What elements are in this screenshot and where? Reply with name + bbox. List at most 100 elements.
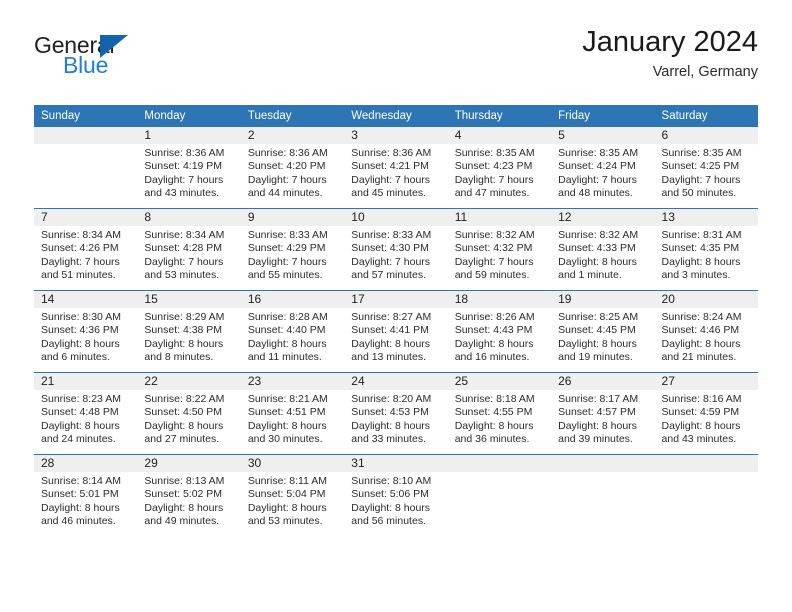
- sunset-text: Sunset: 4:30 PM: [351, 242, 429, 255]
- calendar-day-cell[interactable]: 11 Sunrise: 8:32 AM Sunset: 4:32 PM Dayligh…: [447, 208, 552, 291]
- calendar-day-cell[interactable]: 25 Sunrise: 8:18 AM Sunset: 4:55 PM Dayligh…: [447, 372, 552, 455]
- calendar-day-cell[interactable]: 6 Sunrise: 8:35 AM Sunset: 4:25 PM Daylight…: [654, 127, 758, 209]
- calendar-day-cell[interactable]: 12 Sunrise: 8:32 AM Sunset: 4:33 PM Dayligh…: [551, 208, 655, 291]
- calendar-week-row: 7 Sunrise: 8:34 AM Sunset: 4:26 PM Daylight…: [34, 208, 758, 291]
- day-details: Sunrise: 8:20 AM Sunset: 4:53 PM Daylight:…: [344, 390, 447, 447]
- calendar-week-row: 1 Sunrise: 8:36 AM Sunset: 4:19 PM Daylight…: [34, 127, 758, 209]
- daylight-text-line1: Daylight: 7 hours: [247, 173, 327, 186]
- calendar-week-row: 14 Sunrise: 8:30 AM Sunset: 4:36 PM Dayligh…: [34, 290, 758, 373]
- sunrise-text: Sunrise: 8:11 AM: [247, 475, 328, 487]
- day-details: Sunrise: 8:24 AM Sunset: 4:46 PM Daylight:…: [655, 308, 758, 365]
- calendar-day-cell[interactable]: 28 Sunrise: 8:14 AM Sunset: 5:01 PM Dayligh…: [34, 454, 138, 536]
- daylight-text-line1: Daylight: 7 hours: [454, 173, 534, 186]
- day-details: Sunrise: 8:10 AM Sunset: 5:06 PM Daylight:…: [344, 472, 447, 529]
- day-details: Sunrise: 8:25 AM Sunset: 4:45 PM Daylight:…: [551, 308, 654, 365]
- calendar-day-cell[interactable]: 13 Sunrise: 8:31 AM Sunset: 4:35 PM Dayligh…: [654, 208, 758, 291]
- daylight-text-line1: Daylight: 8 hours: [661, 337, 741, 350]
- calendar-day-cell[interactable]: 24 Sunrise: 8:20 AM Sunset: 4:53 PM Dayligh…: [344, 372, 448, 455]
- sunrise-text: Sunrise: 8:36 AM: [247, 147, 328, 159]
- sunset-text: Sunset: 4:20 PM: [247, 160, 326, 173]
- day-details: Sunrise: 8:36 AM Sunset: 4:19 PM Daylight:…: [137, 144, 240, 201]
- sunrise-text: Sunrise: 8:18 AM: [454, 393, 535, 405]
- page-subtitle: Varrel, Germany: [652, 64, 758, 81]
- day-details: Sunrise: 8:33 AM Sunset: 4:30 PM Daylight:…: [344, 226, 447, 283]
- day-details: Sunrise: 8:13 AM Sunset: 5:02 PM Daylight:…: [137, 472, 240, 529]
- day-details: Sunrise: 8:28 AM Sunset: 4:40 PM Daylight:…: [241, 308, 344, 365]
- day-number: 20: [654, 291, 758, 308]
- calendar-day-cell[interactable]: 26 Sunrise: 8:17 AM Sunset: 4:57 PM Dayligh…: [551, 372, 655, 455]
- calendar-day-cell[interactable]: 20 Sunrise: 8:24 AM Sunset: 4:46 PM Dayligh…: [654, 290, 758, 373]
- sunrise-text: Sunrise: 8:35 AM: [661, 147, 742, 159]
- day-details: Sunrise: 8:18 AM Sunset: 4:55 PM Daylight:…: [448, 390, 551, 447]
- calendar-day-cell[interactable]: 23 Sunrise: 8:21 AM Sunset: 4:51 PM Dayligh…: [240, 372, 345, 455]
- daylight-text-line2: and 36 minutes.: [454, 433, 530, 446]
- sunset-text: Sunset: 4:46 PM: [661, 324, 740, 337]
- sunset-text: Sunset: 4:40 PM: [247, 324, 326, 337]
- calendar-day-cell[interactable]: 22 Sunrise: 8:22 AM Sunset: 4:50 PM Dayligh…: [137, 372, 241, 455]
- general-blue-logo[interactable]: General Blue: [34, 32, 274, 88]
- day-number: 3: [344, 127, 448, 144]
- sunset-text: Sunset: 5:01 PM: [41, 488, 119, 501]
- calendar-day-cell[interactable]: 1 Sunrise: 8:36 AM Sunset: 4:19 PM Daylight…: [137, 127, 241, 209]
- calendar-day-cell[interactable]: 27 Sunrise: 8:16 AM Sunset: 4:59 PM Dayligh…: [654, 372, 758, 455]
- day-details: Sunrise: 8:32 AM Sunset: 4:32 PM Daylight:…: [448, 226, 551, 283]
- day-number: 12: [551, 209, 655, 226]
- sunset-text: Sunset: 4:48 PM: [41, 406, 119, 419]
- day-details: Sunrise: 8:31 AM Sunset: 4:35 PM Daylight:…: [655, 226, 758, 283]
- day-details: Sunrise: 8:29 AM Sunset: 4:38 PM Daylight:…: [137, 308, 240, 365]
- sunset-text: Sunset: 4:35 PM: [661, 242, 740, 255]
- daylight-text-line1: Daylight: 7 hours: [247, 255, 327, 268]
- daylight-text-line2: and 8 minutes.: [144, 351, 214, 364]
- day-number: 18: [447, 291, 552, 308]
- calendar-day-cell[interactable]: 30 Sunrise: 8:11 AM Sunset: 5:04 PM Dayligh…: [240, 454, 345, 536]
- calendar-day-cell[interactable]: 4 Sunrise: 8:35 AM Sunset: 4:23 PM Daylight…: [447, 127, 552, 209]
- daylight-text-line2: and 45 minutes.: [351, 187, 426, 200]
- day-number: 5: [551, 127, 655, 144]
- calendar-day-cell[interactable]: 16 Sunrise: 8:28 AM Sunset: 4:40 PM Dayligh…: [240, 290, 345, 373]
- calendar-header-row: Sunday Monday Tuesday Wednesday Thursday…: [34, 105, 758, 127]
- sunset-text: Sunset: 4:43 PM: [454, 324, 533, 337]
- day-details: Sunrise: 8:35 AM Sunset: 4:23 PM Daylight:…: [448, 144, 551, 201]
- calendar-day-cell[interactable]: 21 Sunrise: 8:23 AM Sunset: 4:48 PM Dayligh…: [34, 372, 138, 455]
- calendar-day-cell[interactable]: 10 Sunrise: 8:33 AM Sunset: 4:30 PM Dayligh…: [344, 208, 448, 291]
- day-details: Sunrise: 8:30 AM Sunset: 4:36 PM Daylight:…: [34, 308, 137, 365]
- title-block: January 2024 Varrel, Germany: [582, 26, 758, 80]
- sunset-text: Sunset: 4:38 PM: [144, 324, 223, 337]
- calendar-day-cell[interactable]: 18 Sunrise: 8:26 AM Sunset: 4:43 PM Dayligh…: [447, 290, 552, 373]
- daylight-text-line2: and 56 minutes.: [351, 515, 426, 528]
- sunrise-text: Sunrise: 8:35 AM: [454, 147, 535, 159]
- daylight-text-line2: and 46 minutes.: [41, 515, 116, 528]
- day-number: 11: [447, 209, 552, 226]
- calendar-day-cell[interactable]: 3 Sunrise: 8:36 AM Sunset: 4:21 PM Daylight…: [344, 127, 448, 209]
- daylight-text-line1: Daylight: 7 hours: [41, 255, 120, 268]
- calendar-day-cell[interactable]: 29 Sunrise: 8:13 AM Sunset: 5:02 PM Dayligh…: [137, 454, 241, 536]
- calendar-day-cell[interactable]: 8 Sunrise: 8:34 AM Sunset: 4:28 PM Daylight…: [137, 208, 241, 291]
- day-number: 2: [240, 127, 345, 144]
- sunset-text: Sunset: 4:36 PM: [41, 324, 119, 337]
- daylight-text-line2: and 44 minutes.: [247, 187, 323, 200]
- calendar-day-cell[interactable]: 9 Sunrise: 8:33 AM Sunset: 4:29 PM Daylight…: [240, 208, 345, 291]
- sunset-text: Sunset: 4:25 PM: [661, 160, 740, 173]
- sunrise-text: Sunrise: 8:26 AM: [454, 311, 535, 323]
- calendar-day-cell[interactable]: 5 Sunrise: 8:35 AM Sunset: 4:24 PM Daylight…: [551, 127, 655, 209]
- daylight-text-line2: and 30 minutes.: [247, 433, 323, 446]
- calendar-week-row: 28 Sunrise: 8:14 AM Sunset: 5:01 PM Dayligh…: [34, 454, 758, 536]
- day-details: Sunrise: 8:27 AM Sunset: 4:41 PM Daylight:…: [344, 308, 447, 365]
- calendar-day-cell[interactable]: 7 Sunrise: 8:34 AM Sunset: 4:26 PM Daylight…: [34, 208, 138, 291]
- day-number: 19: [551, 291, 655, 308]
- calendar-day-cell[interactable]: 17 Sunrise: 8:27 AM Sunset: 4:41 PM Dayligh…: [344, 290, 448, 373]
- calendar-day-cell[interactable]: 31 Sunrise: 8:10 AM Sunset: 5:06 PM Dayligh…: [344, 454, 448, 536]
- sunrise-text: Sunrise: 8:30 AM: [41, 311, 121, 323]
- calendar-day-cell[interactable]: 19 Sunrise: 8:25 AM Sunset: 4:45 PM Dayligh…: [551, 290, 655, 373]
- day-details: Sunrise: 8:16 AM Sunset: 4:59 PM Daylight:…: [655, 390, 758, 447]
- sunset-text: Sunset: 5:02 PM: [144, 488, 223, 501]
- sunset-text: Sunset: 4:23 PM: [454, 160, 533, 173]
- sunrise-text: Sunrise: 8:25 AM: [558, 311, 639, 323]
- calendar-day-cell[interactable]: 15 Sunrise: 8:29 AM Sunset: 4:38 PM Dayligh…: [137, 290, 241, 373]
- weekday-header-tuesday: Tuesday: [240, 105, 345, 127]
- sunrise-text: Sunrise: 8:36 AM: [351, 147, 432, 159]
- sunrise-text: Sunrise: 8:10 AM: [351, 475, 432, 487]
- calendar-day-cell[interactable]: 14 Sunrise: 8:30 AM Sunset: 4:36 PM Dayligh…: [34, 290, 138, 373]
- calendar-day-cell[interactable]: 2 Sunrise: 8:36 AM Sunset: 4:20 PM Daylight…: [240, 127, 345, 209]
- day-number: 28: [34, 455, 138, 472]
